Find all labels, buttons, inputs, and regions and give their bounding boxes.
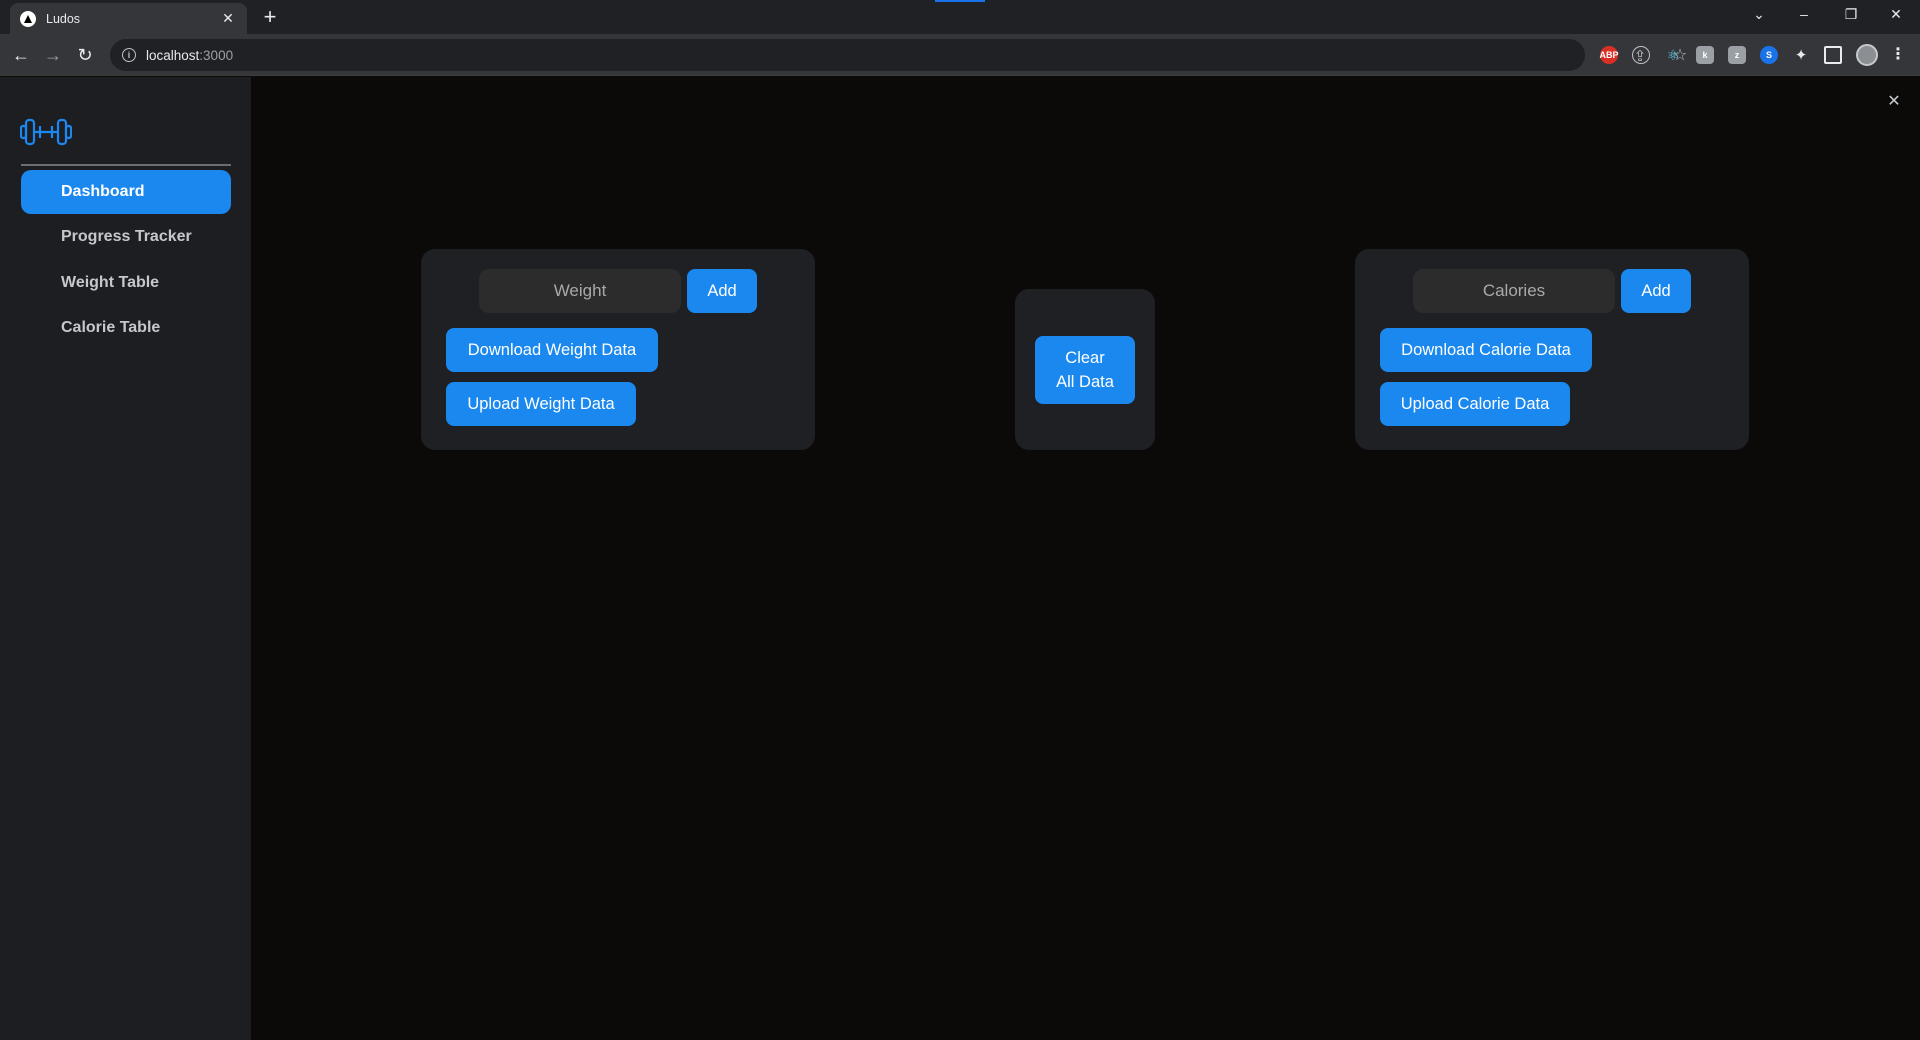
k-extension-icon[interactable]: k	[1696, 46, 1714, 64]
weight-input[interactable]	[479, 269, 681, 313]
tab-close-icon[interactable]: ✕	[219, 10, 237, 27]
address-bar[interactable]: i localhost:3000 ⇪ ☆	[110, 39, 1687, 71]
app-favicon-icon	[20, 10, 36, 27]
browser-tab-bar: Ludos ✕ + ⌄ – ❐ ✕	[0, 0, 1920, 34]
calorie-card: Add Download Calorie Data Upload Calorie…	[1355, 249, 1749, 450]
site-info-icon[interactable]: i	[122, 48, 136, 62]
reload-icon[interactable]: ↻	[74, 44, 96, 66]
sidebar: Dashboard Progress Tracker Weight Table …	[0, 77, 251, 1040]
url-host: localhost	[146, 47, 200, 63]
download-weight-data-button[interactable]: Download Weight Data	[446, 328, 658, 372]
sidebar-item-dashboard[interactable]: Dashboard	[21, 170, 231, 214]
minimize-icon[interactable]: –	[1789, 4, 1819, 24]
adblock-plus-icon[interactable]: ABP	[1600, 46, 1619, 64]
sidebar-item-weight-table[interactable]: Weight Table	[21, 261, 231, 305]
browser-toolbar: ← → ↻ i localhost:3000 ⇪ ☆ ABP ⚛ k z S ✦…	[0, 34, 1920, 76]
close-icon[interactable]: ✕	[1884, 91, 1904, 111]
tab-search-chevron-icon[interactable]: ⌄	[1744, 4, 1774, 24]
extensions-puzzle-icon[interactable]: ✦	[1792, 46, 1810, 64]
dumbbell-logo-icon	[20, 118, 72, 146]
forward-arrow-icon[interactable]: →	[42, 44, 64, 66]
clear-all-data-button[interactable]: Clear All Data	[1035, 336, 1135, 404]
new-tab-button[interactable]: +	[260, 5, 280, 29]
upload-calorie-data-button[interactable]: Upload Calorie Data	[1380, 382, 1570, 426]
shazam-extension-icon[interactable]: S	[1760, 46, 1778, 64]
sidebar-item-progress-tracker[interactable]: Progress Tracker	[21, 215, 231, 259]
z-extension-icon[interactable]: z	[1728, 46, 1746, 64]
add-calories-button[interactable]: Add	[1621, 269, 1691, 313]
url-port: :3000	[199, 47, 234, 63]
browser-tab[interactable]: Ludos ✕	[10, 3, 247, 34]
react-devtools-icon[interactable]: ⚛	[1664, 46, 1682, 64]
lightbulb-extension-icon[interactable]	[1632, 46, 1650, 64]
clear-button-line2: All Data	[1056, 373, 1114, 391]
clear-button-line1: Clear	[1065, 349, 1105, 367]
window-close-icon[interactable]: ✕	[1881, 4, 1911, 24]
restore-icon[interactable]: ❐	[1836, 4, 1866, 24]
calories-input[interactable]	[1413, 269, 1615, 313]
profile-avatar[interactable]	[1856, 44, 1878, 66]
download-calorie-data-button[interactable]: Download Calorie Data	[1380, 328, 1592, 372]
add-weight-button[interactable]: Add	[687, 269, 757, 313]
upload-weight-data-button[interactable]: Upload Weight Data	[446, 382, 636, 426]
side-panel-icon[interactable]	[1824, 46, 1842, 64]
sidebar-item-calorie-table[interactable]: Calorie Table	[21, 306, 231, 350]
browser-menu-icon[interactable]: ⋮	[1890, 44, 1906, 66]
clear-data-card: Clear All Data	[1015, 289, 1155, 450]
back-arrow-icon[interactable]: ←	[10, 44, 32, 66]
sidebar-divider	[21, 164, 231, 166]
tab-search-indicator	[935, 0, 985, 2]
tab-title: Ludos	[46, 11, 81, 26]
weight-card: Add Download Weight Data Upload Weight D…	[421, 249, 815, 450]
